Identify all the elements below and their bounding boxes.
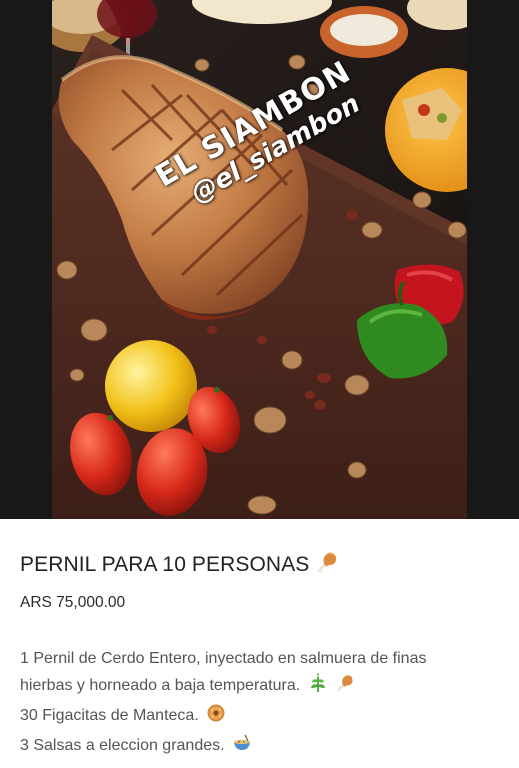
product-title: PERNIL PARA 10 PERSONAS	[20, 550, 339, 581]
product-image[interactable]: EL SIAMBON @el_siambon	[52, 0, 467, 519]
product-price: ARS 75,000.00	[20, 594, 126, 611]
bowl-icon	[232, 733, 252, 762]
description-text: 30 Figacitas de Manteca.	[20, 707, 199, 724]
description-line-3: 30 Figacitas de Manteca.	[20, 702, 500, 732]
drumstick-icon	[315, 550, 339, 581]
product-title-text: PERNIL PARA 10 PERSONAS	[20, 553, 310, 577]
drumstick-icon	[335, 673, 355, 702]
product-page: EL SIAMBON @el_siambon PERNIL PARA 10 PE…	[0, 0, 519, 768]
product-photo-illustration	[52, 0, 467, 519]
description-text: hierbas y horneado a baja temperatura.	[20, 677, 301, 694]
description-text: 1 Pernil de Cerdo Entero, inyectado en s…	[20, 650, 427, 667]
product-image-frame: EL SIAMBON @el_siambon	[0, 0, 519, 519]
description-text: 3 Salsas a eleccion grandes.	[20, 737, 225, 754]
description-line-2: hierbas y horneado a baja temperatura.	[20, 672, 500, 702]
herb-icon	[308, 673, 328, 702]
description-line-4: 3 Salsas a eleccion grandes.	[20, 732, 500, 762]
bagel-icon	[206, 703, 226, 732]
product-description: 1 Pernil de Cerdo Entero, inyectado en s…	[20, 645, 500, 762]
description-line-1: 1 Pernil de Cerdo Entero, inyectado en s…	[20, 645, 500, 672]
